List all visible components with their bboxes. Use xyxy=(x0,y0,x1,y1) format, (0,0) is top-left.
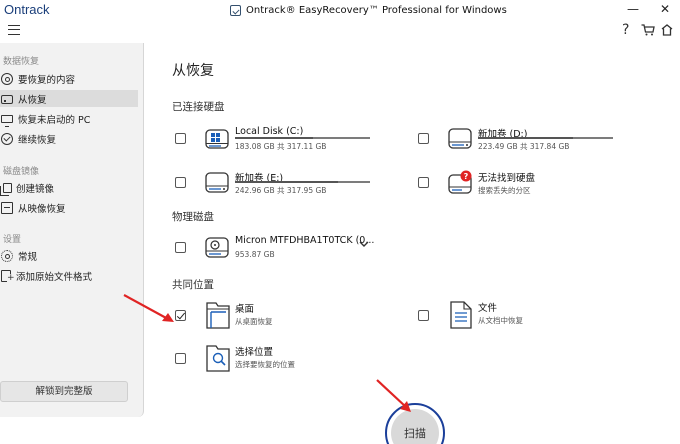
title-bar: Ontrack Ontrack® EasyRecovery™ Professio… xyxy=(0,0,680,19)
menu-icon[interactable] xyxy=(8,25,20,35)
help-icon[interactable]: ? xyxy=(622,22,629,38)
brand-logo: Ontrack xyxy=(4,2,50,17)
window-title: Ontrack® EasyRecovery™ Professional for … xyxy=(246,4,507,16)
minimize-icon[interactable]: — xyxy=(624,1,642,17)
capacity-fill xyxy=(235,137,314,139)
section-title-connected: 已连接硬盘 xyxy=(172,101,225,113)
drive-icon xyxy=(448,128,472,149)
red-arrow-to-desktop xyxy=(123,294,174,322)
location-sub: 从桌面恢复 xyxy=(235,317,273,326)
sidebar-item-general[interactable]: 常规 xyxy=(0,247,138,264)
drive-icon xyxy=(1,94,13,104)
physical-disk-checkbox[interactable] xyxy=(175,242,186,253)
section-title-physical: 物理磁盘 xyxy=(172,211,214,223)
svg-text:?: ? xyxy=(464,172,469,181)
capacity-bar xyxy=(235,137,370,139)
page-title: 从恢复 xyxy=(172,63,214,79)
sidebar-item-label: 从映像恢复 xyxy=(18,203,66,215)
drive-c-checkbox[interactable] xyxy=(175,133,186,144)
drive-name: Local Disk (C:) xyxy=(235,126,304,137)
group-title-data-recovery: 数据恢复 xyxy=(3,57,40,67)
monitor-icon xyxy=(1,114,13,127)
section-title-common: 共同位置 xyxy=(172,279,214,291)
drive-d-item[interactable]: 新加卷 (D:) 223.49 GB 共 317.84 GB xyxy=(447,126,617,156)
sidebar-item-recover-unbootable-pc[interactable]: 恢复未启动的 PC xyxy=(0,110,138,127)
desktop-item[interactable]: 桌面 从桌面恢复 xyxy=(204,301,374,333)
documents-checkbox[interactable] xyxy=(418,310,429,321)
unlock-full-version-button[interactable]: 解锁到完整版 xyxy=(0,381,128,402)
red-arrow-to-scan xyxy=(376,379,411,412)
drive-c-item[interactable]: Local Disk (C:) 183.08 GB 共 317.11 GB xyxy=(204,126,374,156)
select-location-item[interactable]: 选择位置 选择要恢复的位置 xyxy=(204,344,374,376)
search-circle-icon xyxy=(1,72,13,85)
group-title-settings: 设置 xyxy=(3,235,22,245)
copy-icon xyxy=(0,182,12,196)
sidebar-item-create-image[interactable]: 创建镜像 xyxy=(0,179,138,196)
drive-size: 183.08 GB 共 317.11 GB xyxy=(235,142,327,151)
sidebar-item-label: 恢复未启动的 PC xyxy=(18,114,91,126)
location-sub: 选择要恢复的位置 xyxy=(235,360,295,369)
sidebar-item-label: 创建镜像 xyxy=(16,183,55,195)
group-title-disk-image: 磁盘镜像 xyxy=(3,167,40,177)
disk-size: 953.87 GB xyxy=(235,250,275,259)
close-icon[interactable]: ✕ xyxy=(656,1,674,17)
desktop-folder-icon xyxy=(206,302,230,329)
capacity-fill xyxy=(235,181,338,183)
toolbar: ? xyxy=(0,19,680,43)
missing-drive-checkbox[interactable] xyxy=(418,177,429,188)
physical-disk-item[interactable]: Micron MTFDHBA1T0TCK (0... 953.87 GB xyxy=(204,235,374,265)
capacity-bar xyxy=(478,137,613,139)
window-title-group: Ontrack® EasyRecovery™ Professional for … xyxy=(230,3,507,17)
drive-size: 搜索丢失的分区 xyxy=(478,186,531,195)
documents-icon xyxy=(450,301,472,329)
add-file-format-icon xyxy=(1,269,15,283)
location-sub: 从文档中恢复 xyxy=(478,316,523,325)
check-circle-icon xyxy=(1,132,13,145)
sidebar-item-recover-from[interactable]: 从恢复 xyxy=(0,90,138,107)
sidebar-item-restore-from-image[interactable]: 从映像恢复 xyxy=(0,199,138,216)
more-icon[interactable] xyxy=(661,24,673,40)
drive-size: 242.96 GB 共 317.95 GB xyxy=(235,186,327,195)
drive-e-checkbox[interactable] xyxy=(175,177,186,188)
sidebar-item-label: 添加原始文件格式 xyxy=(16,271,93,283)
drive-size: 223.49 GB 共 317.84 GB xyxy=(478,142,570,151)
missing-drive-icon: ? xyxy=(448,170,472,194)
sidebar: 数据恢复 要恢复的内容 从恢复 恢复未启动的 PC 继续恢复 磁盘镜像 创建镜像… xyxy=(0,43,144,417)
select-location-checkbox[interactable] xyxy=(175,353,186,364)
select-location-icon xyxy=(206,345,230,372)
restore-image-icon xyxy=(1,201,13,214)
documents-item[interactable]: 文件 从文档中恢复 xyxy=(447,300,617,332)
drive-icon xyxy=(205,172,229,193)
drive-d-checkbox[interactable] xyxy=(418,133,429,144)
chevron-down-icon[interactable] xyxy=(359,240,369,251)
cart-icon[interactable] xyxy=(641,24,655,39)
drive-e-item[interactable]: 新加卷 (E:) 242.96 GB 共 317.95 GB xyxy=(204,170,374,200)
sidebar-item-label: 从恢复 xyxy=(18,94,47,106)
sidebar-item-label: 常规 xyxy=(18,251,38,263)
location-name: 桌面 xyxy=(235,304,255,315)
sidebar-item-add-raw-format[interactable]: 添加原始文件格式 xyxy=(0,267,138,284)
capacity-fill xyxy=(478,137,573,139)
physical-disk-icon xyxy=(205,237,229,258)
sidebar-item-what-to-recover[interactable]: 要恢复的内容 xyxy=(0,70,138,87)
sidebar-item-label: 要恢复的内容 xyxy=(18,74,76,86)
sidebar-item-label: 继续恢复 xyxy=(18,134,57,146)
location-name: 选择位置 xyxy=(235,347,274,358)
missing-drive-item[interactable]: ? 无法找到硬盘 搜索丢失的分区 xyxy=(447,170,617,200)
location-name: 文件 xyxy=(478,303,498,314)
windows-drive-icon xyxy=(205,129,229,149)
disk-name: Micron MTFDHBA1T0TCK (0... xyxy=(235,235,375,246)
capacity-bar xyxy=(235,181,370,183)
sidebar-item-continue-recovery[interactable]: 继续恢复 xyxy=(0,130,138,147)
gear-icon xyxy=(1,249,13,262)
app-icon xyxy=(230,4,241,16)
drive-name: 无法找到硬盘 xyxy=(478,173,536,184)
